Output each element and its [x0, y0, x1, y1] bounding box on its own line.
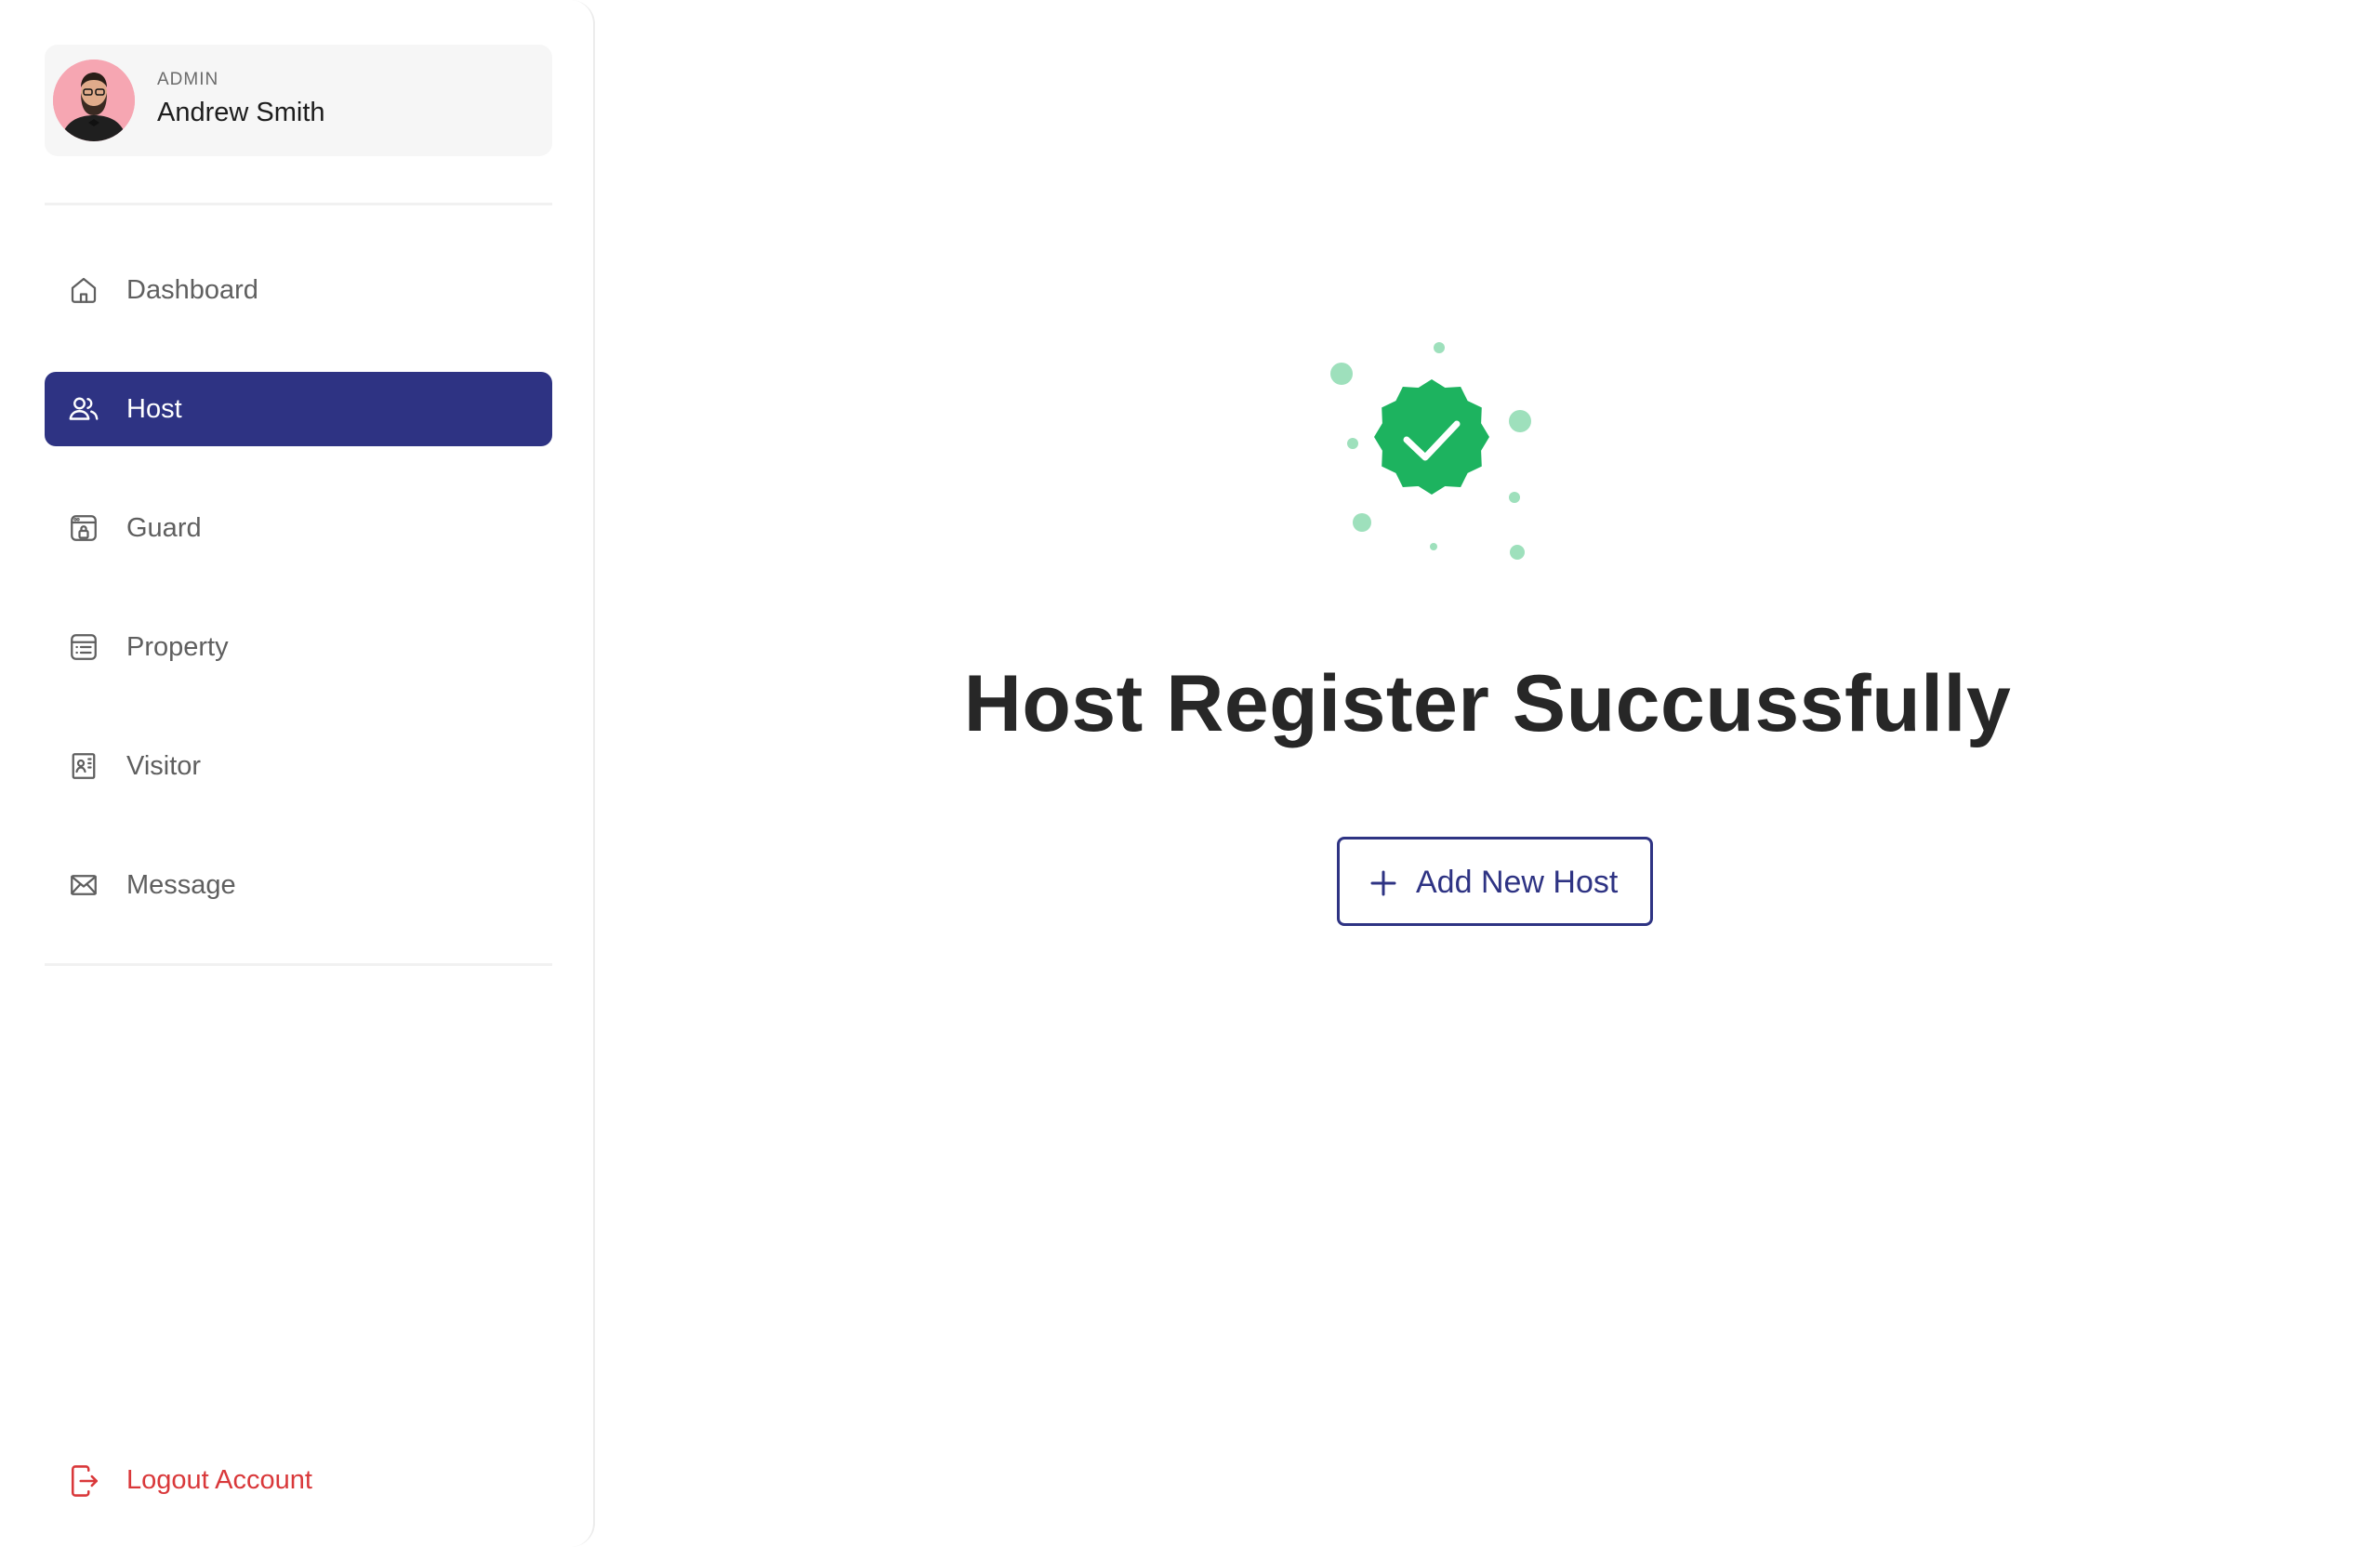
- main-content: Host Register Succussfully Add New Host: [595, 0, 2380, 1547]
- sidebar-item-visitor[interactable]: Visitor: [45, 729, 552, 803]
- sidebar: ADMIN Andrew Smith Dashboard Host Guard …: [0, 0, 595, 1547]
- sidebar-item-guard[interactable]: Guard: [45, 491, 552, 565]
- sidebar-item-label: Message: [126, 870, 236, 900]
- profile-name: Andrew Smith: [157, 98, 325, 127]
- plus-icon: [1369, 869, 1397, 897]
- logout-icon: [69, 1463, 100, 1499]
- app-root: ADMIN Andrew Smith Dashboard Host Guard …: [0, 0, 2380, 1547]
- sidebar-divider-top: [45, 203, 552, 205]
- avatar: [53, 60, 135, 141]
- users-icon: [67, 392, 100, 426]
- verified-check-icon: [1302, 325, 1599, 567]
- sidebar-item-label: Guard: [126, 513, 202, 543]
- sidebar-item-dashboard[interactable]: Dashboard: [45, 253, 552, 327]
- property-icon: [67, 630, 100, 664]
- guard-icon: [67, 511, 100, 545]
- sidebar-item-message[interactable]: Message: [45, 848, 552, 922]
- visitor-icon: [67, 749, 100, 783]
- sidebar-item-label: Visitor: [126, 751, 202, 781]
- add-new-host-label: Add New Host: [1416, 865, 1619, 900]
- sidebar-item-host[interactable]: Host: [45, 372, 552, 446]
- home-icon: [67, 273, 100, 307]
- mail-icon: [67, 868, 100, 902]
- profile-role: ADMIN: [157, 70, 219, 89]
- sidebar-divider-bottom: [45, 963, 552, 966]
- sidebar-item-property[interactable]: Property: [45, 610, 552, 684]
- sidebar-item-label: Host: [126, 394, 182, 424]
- sidebar-item-label: Property: [126, 632, 229, 662]
- profile-card[interactable]: ADMIN Andrew Smith: [45, 45, 552, 156]
- sidebar-item-label: Dashboard: [126, 275, 258, 305]
- logout-button[interactable]: Logout Account: [45, 1447, 416, 1521]
- success-title: Host Register Succussfully: [963, 659, 2012, 748]
- add-new-host-button[interactable]: Add New Host: [1337, 837, 1653, 926]
- logout-label: Logout Account: [126, 1465, 312, 1495]
